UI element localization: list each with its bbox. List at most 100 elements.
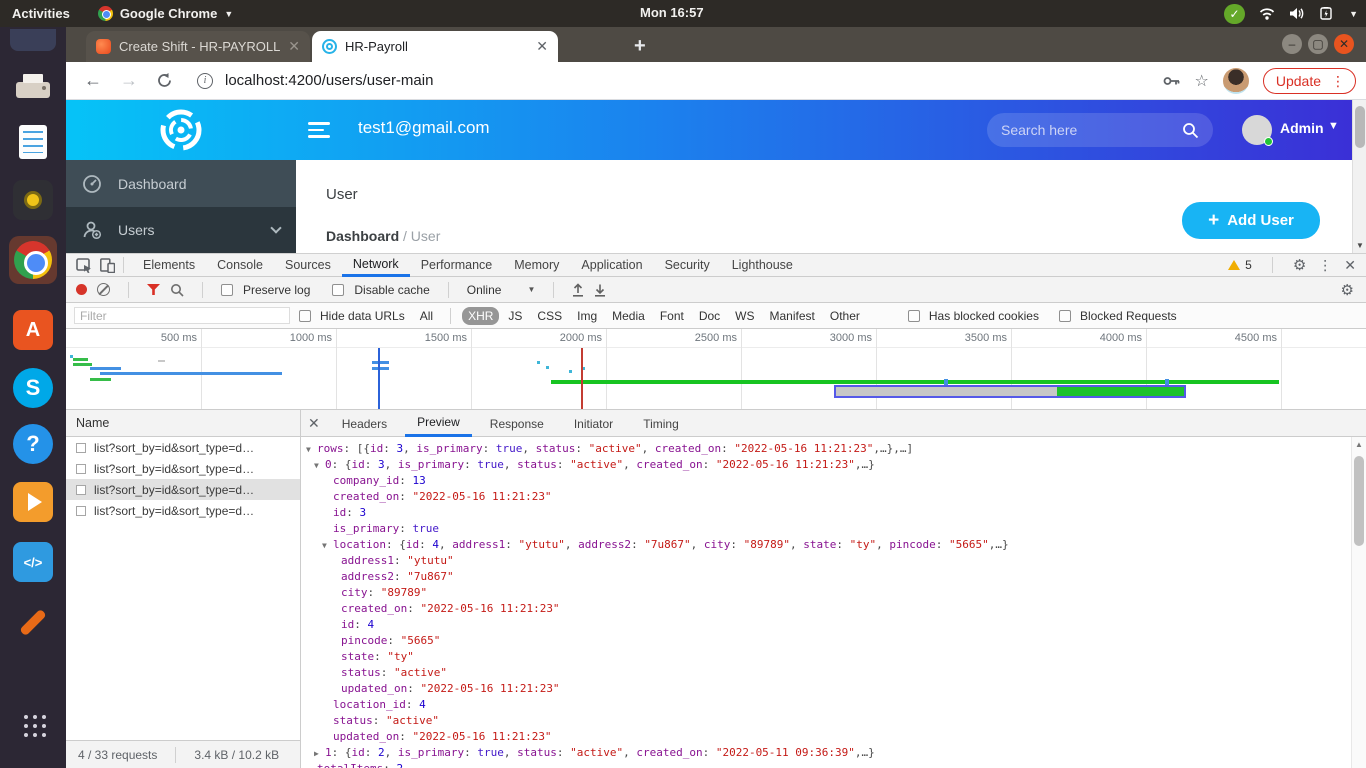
tray-chevron-icon[interactable]: ▼	[1349, 9, 1358, 19]
request-row[interactable]: list?sort_by=id&sort_type=d…	[66, 437, 300, 458]
clock[interactable]: Mon 16:57	[640, 5, 704, 20]
pen-app-icon[interactable]	[9, 598, 57, 646]
update-button[interactable]: Update ⋮	[1263, 68, 1356, 94]
admin-menu[interactable]: Admin	[1280, 120, 1324, 136]
skype-icon[interactable]: S	[9, 364, 57, 412]
filter-type-all[interactable]: All	[414, 307, 439, 325]
filter-type-other[interactable]: Other	[824, 307, 866, 325]
status-check-icon[interactable]: ✓	[1224, 4, 1245, 24]
filter-icon[interactable]	[147, 284, 160, 296]
filter-type-media[interactable]: Media	[606, 307, 651, 325]
record-network-log-icon[interactable]	[76, 284, 87, 295]
window-maximize-button[interactable]: ▢	[1308, 34, 1328, 54]
sidebar-item-dashboard[interactable]: Dashboard	[66, 160, 296, 207]
header-search[interactable]	[987, 113, 1213, 147]
add-user-button[interactable]: + Add User	[1182, 202, 1320, 239]
back-icon[interactable]: ←	[84, 70, 102, 91]
devtools-close-icon[interactable]: ✕	[1344, 257, 1356, 274]
detail-tab-headers[interactable]: Headers	[330, 411, 399, 437]
network-overview[interactable]: 500 ms1000 ms1500 ms2000 ms2500 ms3000 m…	[66, 329, 1366, 410]
filter-type-doc[interactable]: Doc	[693, 307, 726, 325]
throttling-dropdown[interactable]: Online ▼	[467, 283, 536, 297]
scrollbar-thumb[interactable]	[1354, 456, 1364, 546]
browser-menu-icon[interactable]: ⋮	[1331, 73, 1345, 90]
app-menu[interactable]: Google Chrome ▼	[98, 6, 233, 21]
devtools-tab-performance[interactable]: Performance	[410, 254, 504, 277]
window-minimize-button[interactable]: –	[1282, 34, 1302, 54]
window-close-button[interactable]: ✕	[1334, 34, 1354, 54]
reload-icon[interactable]	[156, 72, 173, 89]
devtools-tab-sources[interactable]: Sources	[274, 254, 342, 277]
preserve-log-checkbox[interactable]	[221, 284, 233, 296]
disclosure-open-icon[interactable]: ▼	[314, 458, 325, 474]
printer-icon[interactable]	[9, 62, 57, 110]
volume-icon[interactable]	[1289, 7, 1306, 20]
network-filter-input[interactable]	[74, 307, 290, 324]
camera-app-icon[interactable]	[9, 176, 57, 224]
filter-type-font[interactable]: Font	[654, 307, 690, 325]
vscode-icon[interactable]: </>	[9, 538, 57, 586]
site-info-icon[interactable]: i	[197, 73, 213, 89]
detail-tab-response[interactable]: Response	[478, 411, 556, 437]
filter-type-xhr[interactable]: XHR	[462, 307, 499, 325]
menu-toggle-icon[interactable]	[308, 122, 330, 142]
filter-type-manifest[interactable]: Manifest	[764, 307, 821, 325]
search-icon[interactable]	[1182, 122, 1199, 139]
admin-avatar[interactable]	[1242, 115, 1272, 145]
dock-app-partial-icon[interactable]	[9, 27, 57, 53]
devtools-menu-icon[interactable]: ⋮	[1318, 257, 1332, 274]
chrome-dock-icon[interactable]	[9, 236, 57, 284]
devtools-tab-security[interactable]: Security	[654, 254, 721, 277]
show-applications-icon[interactable]	[9, 700, 57, 748]
clear-network-log-icon[interactable]	[97, 283, 110, 296]
close-detail-icon[interactable]: ✕	[308, 415, 320, 432]
devtools-tab-elements[interactable]: Elements	[132, 254, 206, 277]
json-line[interactable]: ▼0: {id: 3, is_primary: true, status: "a…	[300, 457, 1351, 473]
devtools-tab-memory[interactable]: Memory	[503, 254, 570, 277]
has-blocked-cookies-checkbox[interactable]	[908, 310, 920, 322]
forward-icon[interactable]: →	[120, 70, 138, 91]
request-row[interactable]: list?sort_by=id&sort_type=d…	[66, 479, 300, 500]
browser-tab-create-shift[interactable]: Create Shift - HR-PAYROLL ✕	[86, 31, 310, 62]
detail-tab-timing[interactable]: Timing	[631, 411, 691, 437]
disclosure-open-icon[interactable]: ▼	[322, 538, 333, 554]
scrollbar-thumb[interactable]	[1355, 106, 1365, 148]
device-toolbar-icon[interactable]	[100, 258, 115, 273]
blocked-requests-checkbox[interactable]	[1059, 310, 1071, 322]
page-scrollbar[interactable]: ▼	[1352, 100, 1366, 253]
url-text[interactable]: localhost:4200/users/user-main	[225, 72, 433, 89]
scroll-up-icon[interactable]: ▲	[1355, 440, 1363, 449]
import-har-icon[interactable]	[572, 283, 584, 297]
name-column-header[interactable]: Name	[76, 416, 109, 430]
detail-tab-preview[interactable]: Preview	[405, 411, 472, 437]
filter-type-ws[interactable]: WS	[729, 307, 760, 325]
ubuntu-software-icon[interactable]: A	[9, 306, 57, 354]
wifi-icon[interactable]	[1259, 7, 1275, 20]
tab-close-icon[interactable]: ✕	[288, 38, 300, 55]
browser-tab-hr-payroll[interactable]: HR-Payroll ✕	[312, 31, 558, 62]
preview-scrollbar[interactable]: ▲	[1351, 437, 1366, 768]
detail-tab-initiator[interactable]: Initiator	[562, 411, 625, 437]
password-key-icon[interactable]	[1163, 75, 1181, 87]
help-icon[interactable]: ?	[9, 420, 57, 468]
hide-data-urls-checkbox[interactable]	[299, 310, 311, 322]
battery-icon[interactable]	[1320, 7, 1335, 20]
text-editor-icon[interactable]	[9, 118, 57, 166]
devtools-settings-icon[interactable]: ⚙	[1293, 256, 1306, 274]
sidebar-item-users[interactable]: Users	[66, 207, 296, 253]
filter-type-css[interactable]: CSS	[531, 307, 568, 325]
new-tab-button[interactable]: +	[634, 35, 646, 58]
json-line[interactable]: ▼location: {id: 4, address1: "ytutu", ad…	[300, 537, 1351, 553]
search-network-icon[interactable]	[170, 283, 184, 297]
inspect-element-icon[interactable]	[76, 258, 92, 273]
json-line[interactable]: ▶1: {id: 2, is_primary: true, status: "a…	[300, 745, 1351, 761]
export-har-icon[interactable]	[594, 283, 606, 297]
browser-profile-avatar[interactable]	[1223, 68, 1249, 94]
request-row[interactable]: list?sort_by=id&sort_type=d…	[66, 500, 300, 521]
breadcrumb-root[interactable]: Dashboard	[326, 228, 399, 244]
disclosure-closed-icon[interactable]: ▶	[314, 746, 325, 762]
json-line[interactable]: ▼rows: [{id: 3, is_primary: true, status…	[300, 441, 1351, 457]
scroll-down-icon[interactable]: ▼	[1356, 241, 1364, 250]
devtools-tab-network[interactable]: Network	[342, 254, 410, 277]
disable-cache-checkbox[interactable]	[332, 284, 344, 296]
